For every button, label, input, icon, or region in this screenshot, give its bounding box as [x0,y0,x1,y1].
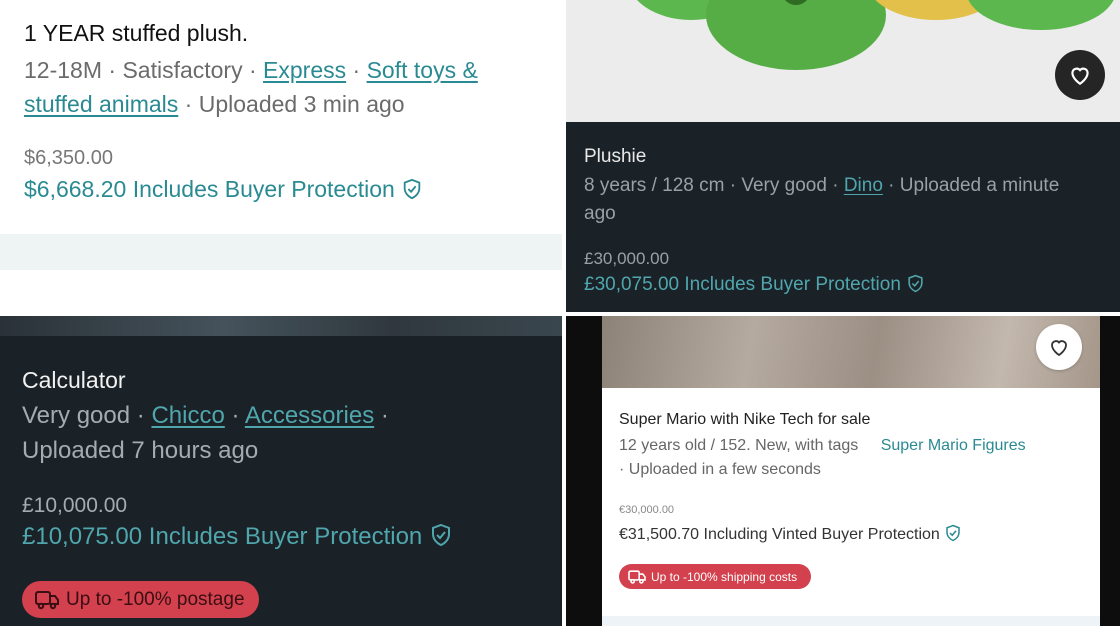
listing-size: 8 years / 128 cm [584,175,725,196]
listing-size: 12 years old / 152. New, with tags [619,437,859,454]
card-footer-band [602,616,1100,626]
total-price: $6,668.20 Includes Buyer Protection [24,176,423,203]
listing-title[interactable]: 1 YEAR stuffed plush. [24,20,248,47]
truck-icon [35,590,59,609]
truck-icon [628,569,646,584]
total-price: €31,500.70 Including Vinted Buyer Protec… [619,524,962,544]
badge-label: Up to -100% shipping costs [651,569,798,584]
category-link[interactable]: Super Mario Figures [881,437,1026,454]
favorite-button[interactable] [1055,50,1105,100]
heart-icon [1051,340,1067,357]
category-link[interactable]: Accessories [245,402,374,429]
shield-check-icon [403,178,421,200]
listing-photo[interactable] [566,0,1120,122]
listing-card-mario[interactable]: Super Mario with Nike Tech for sale 12 y… [566,316,1120,626]
listing-meta: 12 years old / 152. New, with tags Super… [619,437,1026,455]
buyer-protection-label[interactable]: Including Vinted Buyer Protection [704,526,940,543]
item-price: £10,000.00 [22,494,128,517]
express-link[interactable]: Express [263,57,346,83]
card-footer-band [0,234,562,270]
listing-meta: 8 years / 128 cm · Very good · Dino · Up… [584,175,1060,224]
buyer-protection-label[interactable]: Includes Buyer Protection [149,523,422,550]
listing-condition: Satisfactory [122,57,243,83]
listing-card-plush[interactable]: 1 YEAR stuffed plush. 12-18M · Satisfact… [0,0,562,312]
heart-icon [1071,67,1089,85]
item-price: £30,000.00 [584,249,670,268]
listing-photo[interactable] [602,316,1100,388]
item-price: €30,000.00 [619,504,675,516]
listing-meta: 12-18M · Satisfactory · Express · Soft t… [24,57,478,117]
favorite-button[interactable] [1036,324,1082,370]
upload-time: Uploaded 3 min ago [198,91,405,117]
listing-title[interactable]: Super Mario with Nike Tech for sale [619,411,870,429]
listing-condition: Very good [22,402,131,429]
listing-card-plushie[interactable]: Plushie 8 years / 128 cm · Very good · D… [566,0,1120,312]
listing-meta: Very good · Chicco · Accessories · Uploa… [22,402,389,464]
shipping-discount-badge: Up to -100% postage [22,581,259,618]
badge-label: Up to -100% postage [66,588,245,610]
item-price: $6,350.00 [24,147,113,169]
listing-card[interactable]: Super Mario with Nike Tech for sale 12 y… [602,316,1100,626]
upload-time: Uploaded 7 hours ago [22,437,259,464]
upload-time: · Uploaded in a few seconds [619,461,821,478]
total-price: £30,075.00 Includes Buyer Protection [584,274,925,296]
buyer-protection-label[interactable]: Includes Buyer Protection [133,176,395,202]
shield-check-icon [946,524,961,542]
listing-title[interactable]: Calculator [22,367,126,394]
shield-check-icon [908,274,923,293]
listing-card-calculator[interactable]: Calculator Very good · Chicco · Accessor… [0,316,562,626]
brand-link[interactable]: Dino [844,175,883,196]
buyer-protection-label[interactable]: Includes Buyer Protection [684,274,901,295]
listing-photo[interactable] [0,316,562,336]
listing-size: 12-18M [24,57,102,83]
shipping-discount-badge: Up to -100% shipping costs [619,564,812,589]
listing-title[interactable]: Plushie [584,146,646,168]
total-price: £10,075.00 Includes Buyer Protection [22,523,453,551]
listing-condition: Very good [741,175,827,196]
brand-link[interactable]: Chicco [151,402,224,429]
shield-check-icon [431,523,450,547]
